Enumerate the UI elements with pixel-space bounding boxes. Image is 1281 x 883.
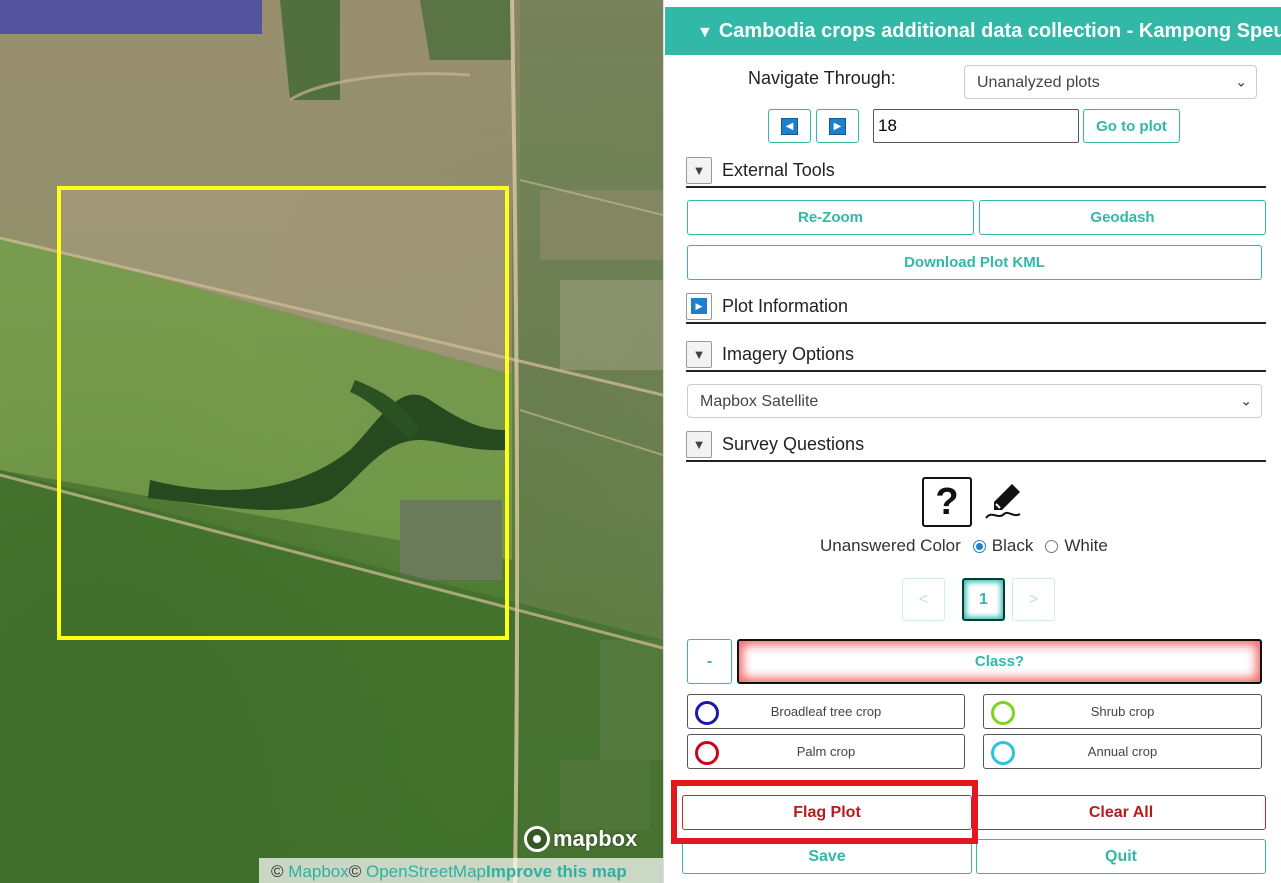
expand-toggle[interactable]: ▶ [686, 292, 712, 320]
question-class-button[interactable]: Class? [737, 639, 1262, 684]
white-radio[interactable] [1045, 539, 1059, 553]
answer-broadleaf-tree-crop[interactable]: Broadleaf tree crop [687, 694, 965, 729]
project-title-bar[interactable]: ▼ Cambodia crops additional data collecti… [665, 7, 1281, 55]
external-tools-header[interactable]: ▼ External Tools [686, 154, 1266, 188]
copyright-symbol: © [271, 862, 289, 881]
imagery-select-wrap: Mapbox Satellite ⌄ [687, 384, 1262, 418]
arrow-right-icon: ▶ [829, 117, 846, 135]
pen-sign-icon[interactable] [984, 480, 1024, 522]
next-question-button[interactable]: > [1012, 578, 1055, 621]
mapbox-link[interactable]: Mapbox [288, 862, 348, 881]
navigate-through-select[interactable]: Unanalyzed plots [964, 65, 1257, 99]
project-title: Cambodia crops additional data collectio… [718, 20, 1281, 42]
answer-color-circle-icon [695, 741, 719, 765]
question-page-1[interactable]: 1 [962, 578, 1005, 621]
answer-color-circle-icon [695, 701, 719, 725]
help-question-icon[interactable]: ? [922, 477, 972, 527]
map-attribution: © Mapbox© OpenStreetMapImprove this map [259, 858, 663, 883]
go-to-plot-button[interactable]: Go to plot [1083, 109, 1180, 143]
survey-questions-header[interactable]: ▼ Survey Questions [686, 428, 1266, 462]
white-label[interactable]: White [1064, 536, 1107, 556]
save-button[interactable]: Save [682, 839, 972, 874]
imagery-options-header[interactable]: ▼ Imagery Options [686, 338, 1266, 372]
collapse-toggle-icon[interactable]: ▼ [686, 156, 712, 184]
navigate-through-label: Navigate Through: [748, 68, 896, 88]
answer-palm-crop[interactable]: Palm crop [687, 734, 965, 769]
clear-all-button[interactable]: Clear All [976, 795, 1266, 830]
quit-button[interactable]: Quit [976, 839, 1266, 874]
navigate-select-wrap: Unanalyzed plots ⌄ [964, 65, 1257, 99]
answer-color-circle-icon [991, 741, 1015, 765]
section-title: Imagery Options [722, 343, 855, 364]
collapse-toggle-icon[interactable]: ▼ [686, 430, 712, 458]
black-label[interactable]: Black [992, 536, 1034, 556]
previous-question-button[interactable]: < [902, 578, 945, 621]
satellite-imagery [0, 0, 663, 883]
mapbox-logo: mapbox [524, 826, 637, 852]
mapbox-logo-icon [524, 826, 550, 852]
answer-color-circle-icon [991, 701, 1015, 725]
next-plot-button[interactable]: ▶ [816, 109, 859, 143]
answer-annual-crop[interactable]: Annual crop [983, 734, 1262, 769]
imagery-select[interactable]: Mapbox Satellite [687, 384, 1262, 418]
collapse-toggle-icon[interactable]: ▼ [686, 340, 712, 368]
answer-label: Annual crop [1087, 744, 1158, 759]
rezoom-button[interactable]: Re-Zoom [687, 200, 974, 235]
improve-map-link[interactable]: Improve this map [486, 862, 627, 881]
osm-link[interactable]: OpenStreetMap [366, 862, 486, 881]
black-radio[interactable] [972, 539, 986, 553]
collection-panel: ▼ Cambodia crops additional data collecti… [663, 0, 1281, 883]
mapbox-logo-text: mapbox [553, 826, 638, 851]
answer-label: Palm crop [796, 744, 856, 759]
download-kml-button[interactable]: Download Plot KML [687, 245, 1262, 280]
answer-label: Broadleaf tree crop [770, 704, 882, 719]
copyright-symbol: © [348, 862, 366, 881]
unanswered-color-row: Unanswered Color Black White [820, 536, 1108, 556]
plot-number-input[interactable] [873, 109, 1079, 143]
collapse-caret-icon: ▼ [697, 24, 713, 41]
collapse-question-button[interactable]: - [687, 639, 732, 684]
geodash-button[interactable]: Geodash [979, 200, 1266, 235]
expand-arrow-icon: ▶ [691, 298, 707, 314]
previous-plot-button[interactable]: ◀ [768, 109, 811, 143]
map-top-bar [0, 0, 262, 34]
answer-label: Shrub crop [1090, 704, 1155, 719]
section-title: Plot Information [722, 295, 849, 316]
plot-information-header[interactable]: ▶ Plot Information [686, 290, 1266, 324]
flag-plot-highlight [671, 780, 978, 844]
app-root: mapbox © Mapbox© OpenStreetMapImprove th… [0, 0, 1281, 883]
section-title: External Tools [722, 159, 835, 180]
answer-shrub-crop[interactable]: Shrub crop [983, 694, 1262, 729]
section-title: Survey Questions [722, 433, 865, 454]
arrow-left-icon: ◀ [781, 117, 798, 135]
map-view[interactable]: mapbox © Mapbox© OpenStreetMapImprove th… [0, 0, 663, 883]
unanswered-color-label: Unanswered Color [820, 536, 961, 555]
